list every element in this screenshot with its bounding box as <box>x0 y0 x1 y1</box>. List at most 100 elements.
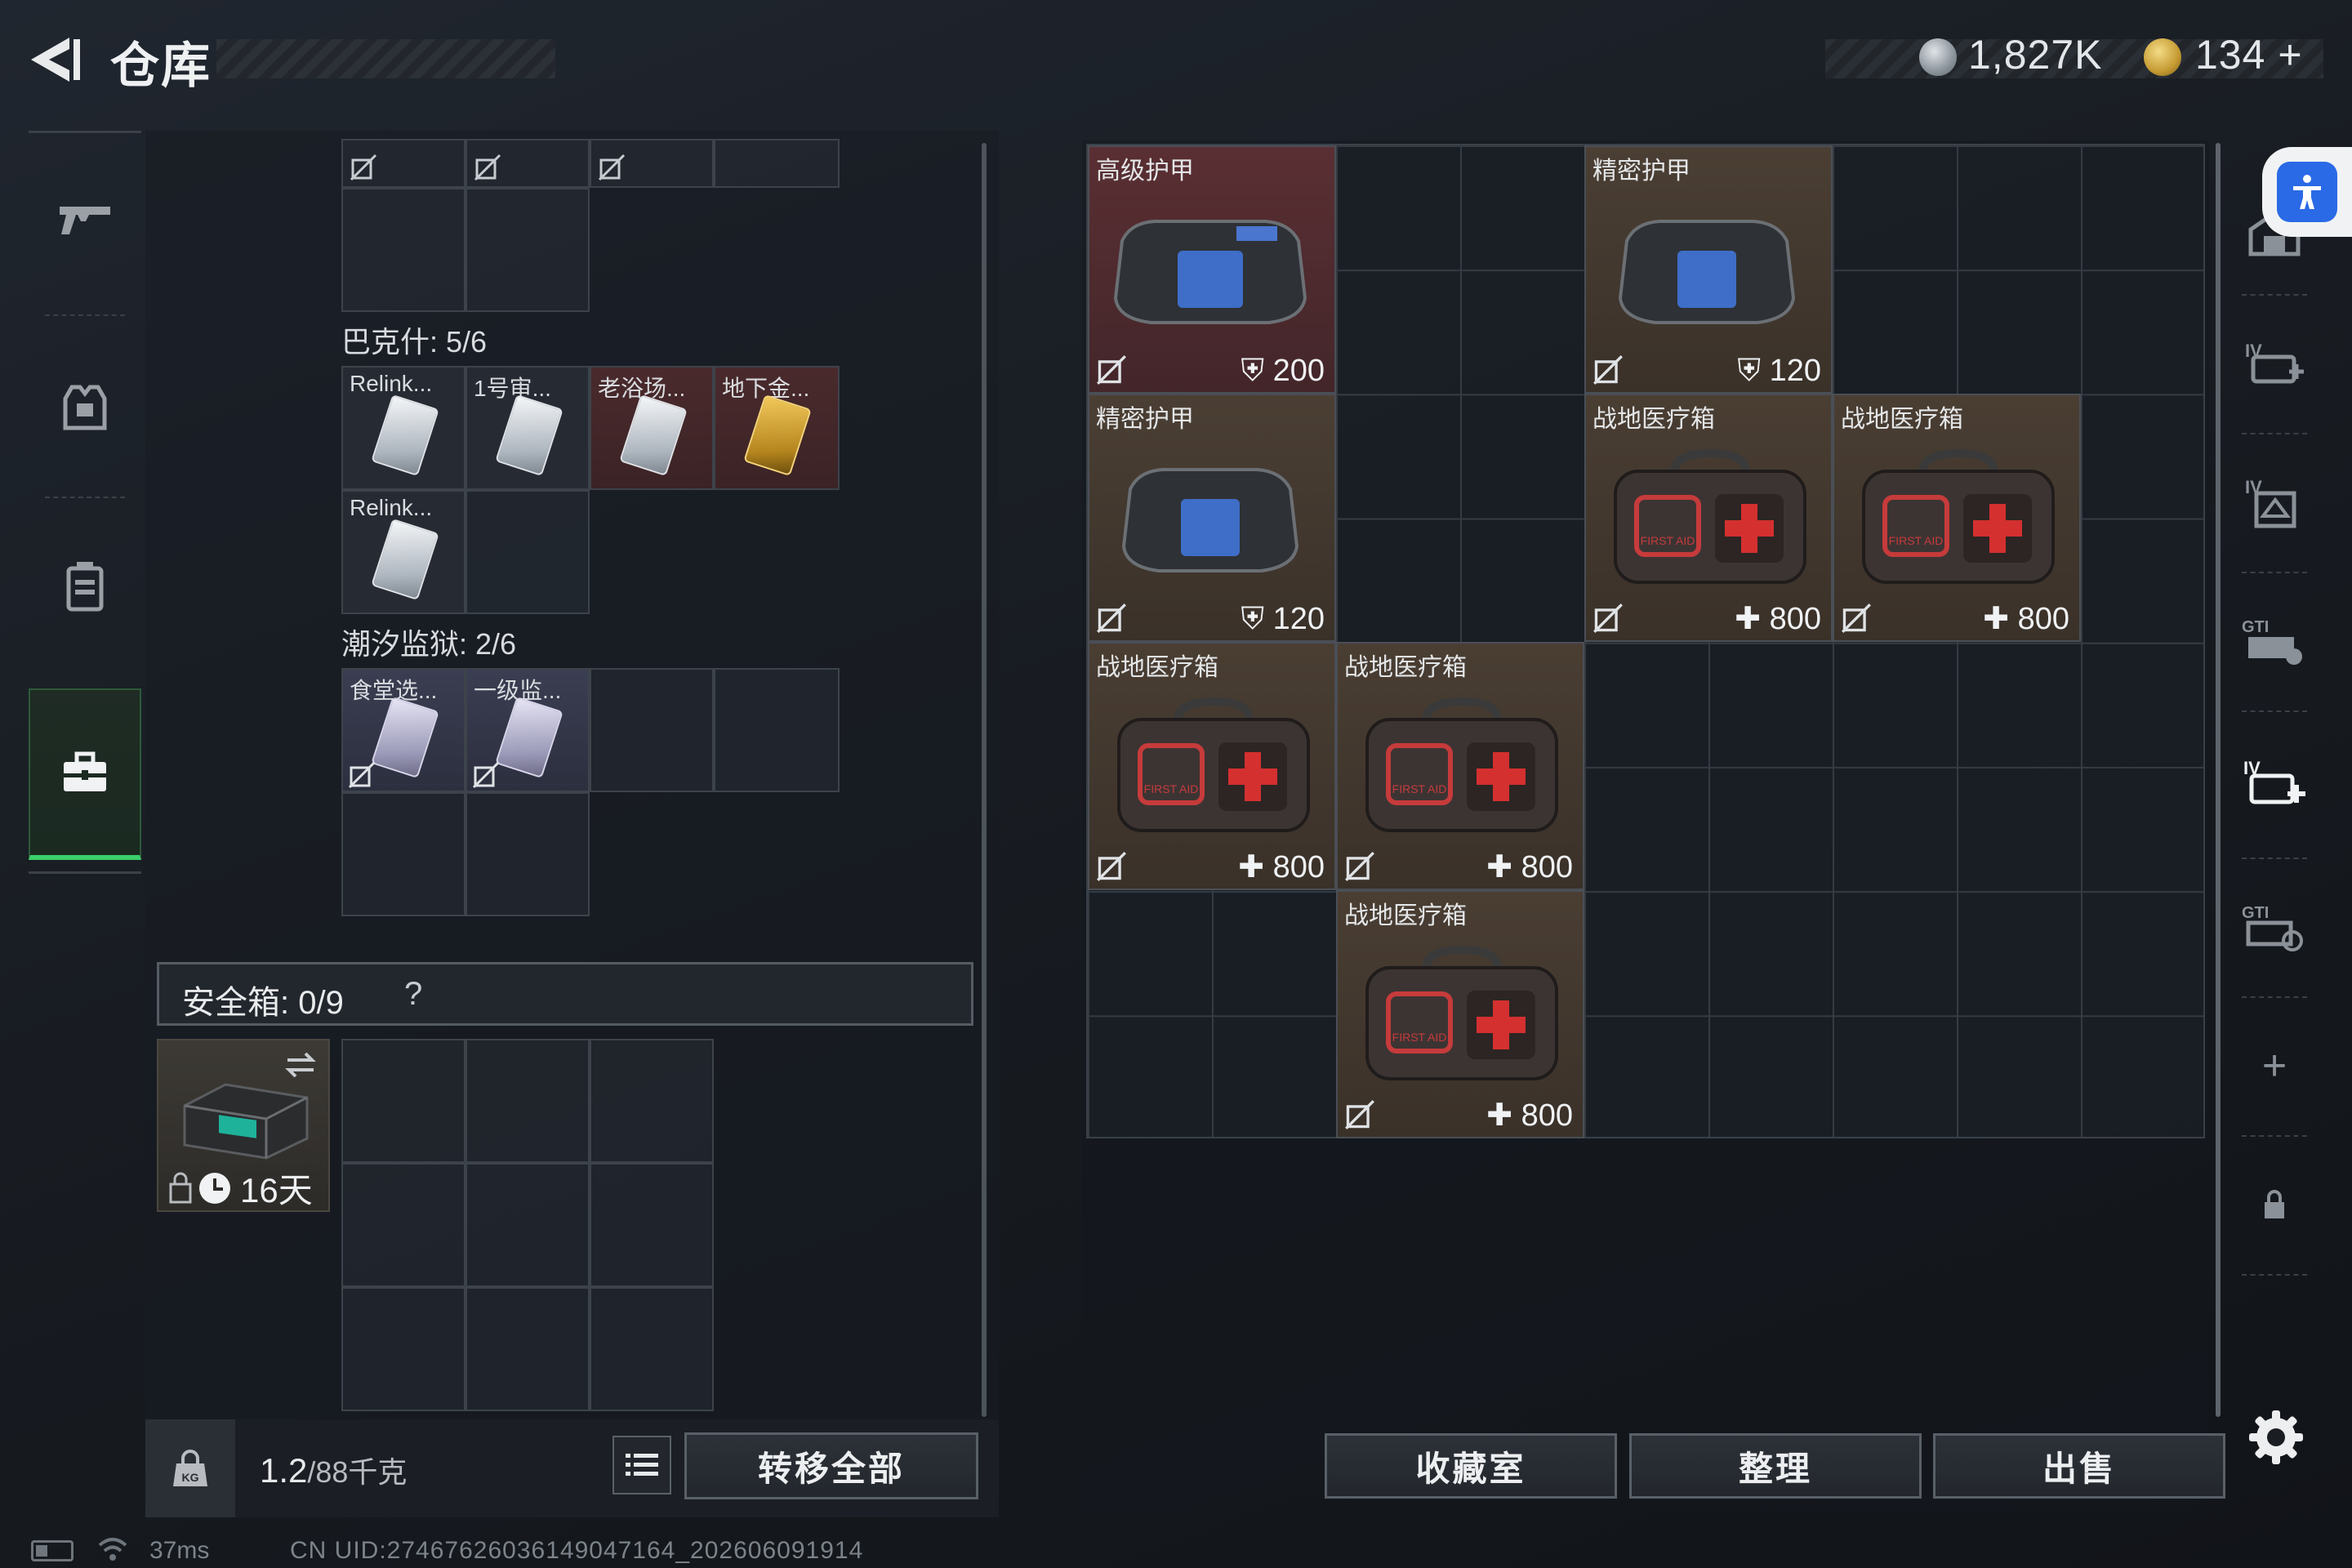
back-arrow-icon <box>31 38 80 82</box>
swap-icon[interactable] <box>283 1049 318 1081</box>
stash-tabs: IV IV GTI IV GTI + <box>2234 139 2315 1348</box>
item-name: 战地医疗箱 <box>1344 902 1467 929</box>
safe-box-icon <box>183 1083 309 1160</box>
item-name: 战地医疗箱 <box>1841 406 1963 433</box>
safe-slot[interactable] <box>590 1039 714 1163</box>
gold-add-button[interactable]: + <box>2278 32 2302 78</box>
accessibility-button[interactable] <box>2262 147 2352 237</box>
first-aid-kit-icon: FIRST AID <box>1614 448 1806 584</box>
stash-tab-icon: GTI <box>2242 618 2302 665</box>
nav-storage-active[interactable] <box>29 688 141 860</box>
add-tab-button[interactable]: + <box>2234 1004 2315 1127</box>
plus-icon: ✚ <box>1735 602 1762 636</box>
help-button[interactable]: ? <box>404 976 422 1013</box>
stash-tab-1[interactable]: IV <box>2234 302 2315 425</box>
back-button[interactable] <box>24 31 90 88</box>
no-trade-icon <box>350 154 377 181</box>
left-scrollbar[interactable] <box>982 143 987 1417</box>
heal-value: 800 <box>1272 850 1325 884</box>
stash-tab-4-active[interactable]: IV <box>2234 723 2315 845</box>
key-card-slot[interactable]: Relink... <box>341 366 466 490</box>
stash-item-medkit[interactable]: 战地医疗箱 FIRST AID ✚ 800 <box>1088 642 1336 890</box>
stash-tab-2[interactable]: IV <box>2234 441 2315 564</box>
no-trade-icon <box>1593 604 1623 633</box>
settings-button[interactable] <box>2247 1409 2305 1466</box>
key-card-slot[interactable]: 1号审... <box>466 366 590 490</box>
nav-weapons[interactable] <box>29 133 141 305</box>
inventory-slot[interactable] <box>466 490 590 614</box>
inventory-slot[interactable] <box>341 188 466 312</box>
item-stat: ⛨ 120 <box>1241 602 1325 637</box>
no-trade-icon <box>1345 852 1374 881</box>
key-card-slot[interactable]: Relink... <box>341 490 466 614</box>
safe-slot[interactable] <box>466 1163 590 1287</box>
weight-lock-button[interactable]: KG <box>145 1419 235 1517</box>
inventory-slot[interactable] <box>466 792 590 916</box>
safe-slot[interactable] <box>590 1163 714 1287</box>
key-card-icon <box>495 696 564 779</box>
sell-button[interactable]: 出售 <box>1933 1433 2225 1499</box>
armor-vest-icon <box>1121 468 1299 572</box>
key-card-slot[interactable]: 一级监... <box>466 668 590 792</box>
stash-tab-3[interactable]: GTI <box>2234 580 2315 702</box>
safe-slot[interactable] <box>466 1287 590 1411</box>
stash-item-medkit[interactable]: 战地医疗箱 FIRST AID ✚ 800 <box>1833 394 2081 642</box>
weight-bar: KG 1.2/88千克 转移全部 <box>145 1419 999 1517</box>
inventory-slot[interactable] <box>466 139 590 188</box>
inventory-slot[interactable] <box>714 139 840 188</box>
inventory-slot[interactable] <box>466 188 590 312</box>
stash-scrollbar[interactable] <box>2216 143 2221 1417</box>
nav-divider <box>45 497 125 498</box>
key-card-slot[interactable]: 地下金... <box>714 366 840 490</box>
stash-tab-5[interactable]: GTI <box>2234 866 2315 988</box>
shield-icon: ⛨ <box>1241 354 1265 388</box>
no-trade-icon <box>1097 852 1126 881</box>
item-name: 高级护甲 <box>1096 158 1194 185</box>
transfer-all-button[interactable]: 转移全部 <box>684 1432 978 1499</box>
inventory-slot[interactable] <box>714 668 840 792</box>
inventory-slot[interactable] <box>341 792 466 916</box>
safe-slot[interactable] <box>341 1163 466 1287</box>
first-aid-text: FIRST AID <box>1641 534 1695 547</box>
gold-balance[interactable]: 134 + <box>2195 31 2303 78</box>
key-card-slot[interactable]: 老浴场... <box>590 366 714 490</box>
tab-divider <box>2242 1135 2307 1137</box>
inventory-slot[interactable] <box>590 139 714 188</box>
weight-max: /88千克 <box>307 1455 408 1489</box>
safe-slot[interactable] <box>341 1287 466 1411</box>
lock-tab-button[interactable] <box>2234 1143 2315 1266</box>
safe-slot[interactable] <box>590 1287 714 1411</box>
stash-item-medkit[interactable]: 战地医疗箱 FIRST AID ✚ 800 <box>1584 394 1833 642</box>
list-view-button[interactable] <box>612 1436 671 1494</box>
inventory-slot[interactable] <box>590 668 714 792</box>
plus-icon: ✚ <box>1983 602 2010 636</box>
tab-divider <box>2242 1274 2307 1276</box>
plus-icon: ✚ <box>1486 850 1513 884</box>
item-name: 战地医疗箱 <box>1344 654 1467 681</box>
stash-item-armor[interactable]: 精密护甲 ⛨ 120 <box>1584 145 1833 394</box>
durability-value: 120 <box>1272 602 1325 636</box>
nav-divider <box>45 314 125 316</box>
collection-room-button[interactable]: 收藏室 <box>1325 1433 1617 1499</box>
armor-vest-icon <box>1113 220 1307 324</box>
backpack-icon <box>66 562 104 612</box>
item-name: Relink... <box>350 371 433 396</box>
tab-tier-label: GTI <box>2242 904 2269 922</box>
sort-button[interactable]: 整理 <box>1629 1433 1922 1499</box>
shield-icon: ⛨ <box>1241 602 1265 636</box>
inventory-slot[interactable] <box>341 139 466 188</box>
stash-item-armor[interactable]: 精密护甲 ⛨ 120 <box>1088 394 1336 642</box>
nav-armor[interactable] <box>29 321 141 492</box>
stash-item-medkit[interactable]: 战地医疗箱 FIRST AID ✚ 800 <box>1336 890 1584 1138</box>
safe-box-item[interactable]: 16天 <box>157 1039 330 1212</box>
safe-slot[interactable] <box>466 1039 590 1163</box>
weight-icon-text: KG <box>182 1471 199 1484</box>
safe-slot[interactable] <box>341 1039 466 1163</box>
first-aid-text: FIRST AID <box>1889 534 1944 547</box>
stash-item-armor[interactable]: 高级护甲 ⛨ 200 <box>1088 145 1336 394</box>
key-card-slot[interactable]: 食堂选... <box>341 668 466 792</box>
item-stat: ✚ 800 <box>1486 1097 1573 1134</box>
stash-item-medkit[interactable]: 战地医疗箱 FIRST AID ✚ 800 <box>1336 642 1584 890</box>
nav-backpack[interactable] <box>29 501 141 672</box>
tab-divider <box>2242 572 2307 573</box>
